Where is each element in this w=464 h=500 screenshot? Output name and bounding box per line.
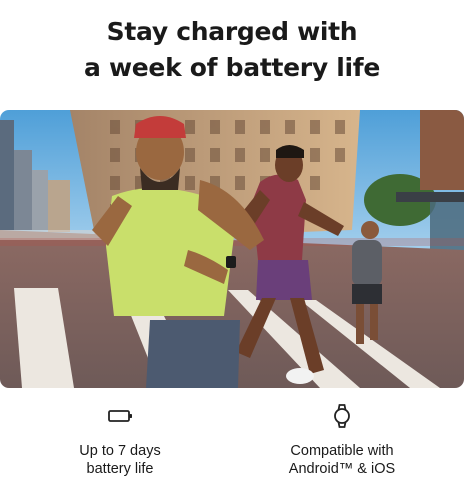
hero-image xyxy=(0,110,464,388)
feature-battery: Up to 7 days battery life xyxy=(20,402,220,478)
headline-line-1: Stay charged with xyxy=(106,17,358,46)
feature-battery-line-2: battery life xyxy=(86,461,154,477)
smartwatch-icon xyxy=(334,404,350,428)
feature-battery-line-1: Up to 7 days xyxy=(79,443,161,459)
feature-compatibility-label: Compatible with Android™ & iOS xyxy=(242,442,442,478)
headline: Stay charged with a week of battery life xyxy=(0,14,464,86)
battery-icon xyxy=(108,410,132,422)
feature-compatibility-line-1: Compatible with xyxy=(290,443,394,459)
feature-compatibility-line-2: Android™ & iOS xyxy=(288,461,396,477)
headline-line-2: a week of battery life xyxy=(84,53,380,82)
features-row: Up to 7 days battery life Compatible wit… xyxy=(0,402,464,492)
feature-compatibility: Compatible with Android™ & iOS xyxy=(242,402,442,478)
feature-battery-label: Up to 7 days battery life xyxy=(20,442,220,478)
hero-illustration xyxy=(0,110,464,388)
